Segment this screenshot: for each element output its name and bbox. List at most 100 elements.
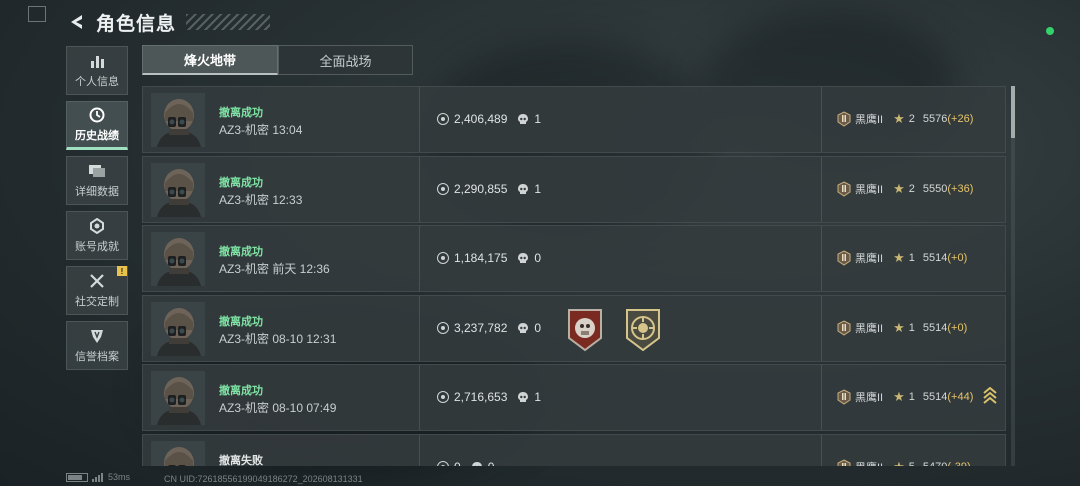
star-icon: ★	[893, 319, 905, 335]
match-row[interactable]: 撤离成功 AZ3-机密 前天 12:36 1,184,175 0 黑鹰II ★ …	[142, 225, 1006, 292]
kill-count: 0	[517, 321, 541, 335]
money-value: 2,290,855	[454, 181, 508, 196]
sidebar-item-label: 历史战绩	[75, 130, 119, 142]
tab-full-battlefield[interactable]: 全面战场	[278, 45, 413, 75]
match-row[interactable]: 撤离失败 0 0 黑鹰II ★ 5 5470 (-39)	[142, 433, 1006, 467]
sidebar-item-label: 账号成就	[75, 241, 119, 253]
rank-points: 5550	[922, 182, 948, 195]
rank-emblem-icon	[836, 250, 852, 266]
divider	[419, 295, 420, 361]
sidebar-item-personal-info[interactable]: 个人信息	[66, 46, 128, 95]
map-and-time: AZ3-机密 08-10 07:49	[219, 401, 337, 415]
status-bar: 53ms	[66, 472, 130, 482]
kills-value: 1	[534, 112, 542, 126]
coin-icon	[437, 252, 449, 264]
coin-icon	[437, 182, 449, 195]
corner-frame	[28, 6, 46, 22]
tools-icon	[89, 272, 105, 290]
divider	[821, 365, 822, 430]
extraction-status: 撤离成功	[219, 385, 263, 397]
sidebar-item-reputation[interactable]: 信誉档案	[66, 321, 128, 370]
star-icon: ★	[893, 389, 905, 404]
match-row[interactable]: 撤离成功 AZ3-机密 12:33 2,290,855 1 黑鹰II ★ 2 5…	[142, 155, 1006, 223]
page-title: 角色信息	[96, 13, 177, 35]
user-uid: CN UID:7261855619904918627​2_20260813133…	[164, 474, 363, 484]
rank-emblem-icon	[836, 458, 852, 466]
rank-points: 5576	[922, 113, 948, 125]
sidebar-item-label: 信誉档案	[75, 351, 119, 363]
rank-name: 黑鹰II	[855, 183, 884, 196]
money-value: 1,184,175	[454, 251, 508, 265]
divider	[821, 434, 822, 466]
rank-name: 黑鹰II	[855, 253, 884, 265]
star-level: 5	[909, 461, 915, 467]
divider	[821, 295, 822, 361]
rank-points: 5514	[922, 252, 948, 264]
divider	[419, 226, 420, 291]
money-value: 2,716,653	[454, 390, 508, 404]
kills-value: 1	[534, 390, 542, 404]
emblem-medal-icon[interactable]	[623, 308, 663, 352]
match-row[interactable]: 撤离成功 AZ3-机密 08-10 12:31 3,237,782 0 黑鹰II…	[142, 294, 1006, 362]
signal-icon	[92, 472, 104, 482]
money-value: 2,406,489	[454, 112, 508, 126]
kill-count: 1	[517, 390, 541, 404]
rank-points-delta: (+44)	[947, 391, 974, 403]
extraction-status: 撤离成功	[219, 176, 263, 189]
extraction-status: 撤离失败	[219, 454, 263, 467]
star-icon: ★	[893, 458, 905, 467]
rank-name: 黑鹰II	[855, 322, 884, 335]
rank-points: 5514	[922, 321, 948, 334]
mode-tabs: 烽火地带 全面战场	[142, 45, 413, 75]
sidebar: 个人信息 历史战绩 详细数据 账号成就 ! 社交定制 信誉档案	[66, 46, 128, 376]
scroll-thumb[interactable]	[1011, 86, 1015, 138]
ping-value: 53ms	[108, 472, 131, 482]
skull-medal-icon[interactable]	[565, 308, 605, 352]
star-level: 1	[908, 391, 915, 403]
operator-avatar	[151, 162, 205, 217]
map-and-time: AZ3-机密 前天 12:36	[219, 262, 330, 276]
match-row[interactable]: 撤离成功 AZ3-机密 08-10 07:49 2,716,653 1 黑鹰II…	[142, 364, 1006, 431]
divider	[419, 156, 420, 222]
tab-beacon-zone[interactable]: 烽火地带	[142, 45, 278, 75]
rank-info: 黑鹰II ★ 1 5514 (+44)	[836, 389, 973, 405]
operator-avatar	[151, 93, 205, 147]
sidebar-item-label: 详细数据	[75, 186, 119, 198]
back-arrow-icon[interactable]	[66, 11, 88, 33]
header: 角色信息	[66, 8, 271, 36]
rank-info: 黑鹰II ★ 1 5514 (+0)	[836, 320, 967, 336]
rank-info: 黑鹰II ★ 2 5576 (+26)	[836, 111, 973, 127]
divider	[419, 365, 420, 430]
cards-icon	[88, 162, 106, 180]
star-icon: ★	[893, 250, 905, 265]
operator-avatar	[151, 440, 205, 466]
scrollbar[interactable]	[1011, 86, 1015, 466]
loot-value: 3,237,782 0	[437, 321, 541, 335]
sidebar-item-detailed-data[interactable]: 详细数据	[66, 156, 128, 205]
star-level: 1	[908, 252, 915, 264]
coin-icon	[437, 321, 449, 334]
rank-emblem-icon	[836, 111, 852, 127]
loot-value: 2,406,489 1	[437, 112, 541, 126]
map-and-time: AZ3-机密 12:33	[219, 192, 303, 207]
kill-count: 0	[517, 251, 541, 265]
badge-icon	[89, 217, 105, 235]
map-and-time: AZ3-机密 13:04	[219, 123, 303, 137]
kills-value: 0	[534, 251, 542, 265]
rank-info: 黑鹰II ★ 5 5470 (-39)	[836, 458, 971, 467]
extraction-status: 撤离成功	[219, 107, 263, 119]
sidebar-item-achievements[interactable]: 账号成就	[66, 211, 128, 260]
online-status-dot	[1046, 27, 1054, 35]
match-row[interactable]: 撤离成功 AZ3-机密 13:04 2,406,489 1 黑鹰II ★ 2 5…	[142, 86, 1006, 153]
coin-icon	[437, 460, 449, 466]
operator-avatar	[151, 371, 205, 425]
star-level: 1	[908, 321, 915, 334]
loot-value: 2,716,653 1	[437, 390, 541, 404]
sidebar-item-social-custom[interactable]: ! 社交定制	[66, 266, 128, 315]
operator-avatar	[151, 232, 205, 286]
operator-avatar	[151, 301, 205, 356]
kill-count: 1	[517, 182, 541, 196]
sidebar-item-history[interactable]: 历史战绩	[66, 101, 128, 150]
rank-points-delta: (+26)	[947, 113, 974, 125]
map-and-time: AZ3-机密 08-10 12:31	[219, 331, 337, 346]
